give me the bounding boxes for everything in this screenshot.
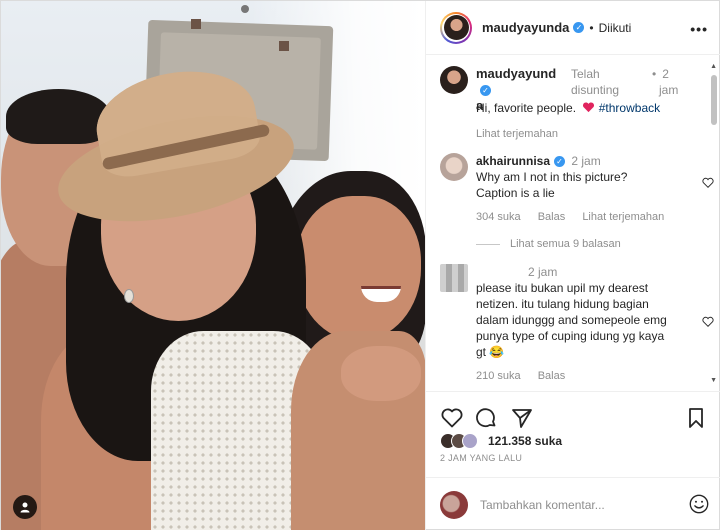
likes-count[interactable]: 121.358 suka [488,434,562,448]
scrollbar-thumb[interactable] [711,75,717,125]
header-text: maudyayunda ✓ • Diikuti [482,20,631,35]
comments-list[interactable]: maudyayund ✓ a Telah disunting • 2 jam Hi… [426,56,720,391]
comment-meta: 210 suka Balas [476,368,696,384]
caption-body: maudyayund ✓ a Telah disunting • 2 jam Hi… [476,66,706,142]
reply-button[interactable]: Balas [538,370,566,382]
likes-summary[interactable]: 121.358 suka [440,433,562,449]
caption-time-separator: • [652,67,657,81]
comment-icon[interactable] [474,406,498,430]
share-icon[interactable] [510,406,534,430]
comment-likes[interactable]: 210 suka [476,370,521,382]
comment-header: akhairunnisa ✓ 2 jam [476,153,696,169]
liker-avatar [462,433,478,449]
view-replies-link[interactable]: Lihat semua 9 balasan [476,238,621,250]
comment-item: akhairunnisa ✓ 2 jam Why am I not in this… [440,153,714,233]
scroll-up-arrow-icon[interactable]: ▲ [710,63,717,70]
comment-meta: 304 suka Balas Lihat terjemahan [476,209,696,225]
photo-woman-right-face [296,196,421,341]
caption-time: • 2 jam [652,66,678,98]
comment-time: 2 jam [528,265,558,279]
caption-author-line2: a [476,98,484,113]
verified-badge-icon: ✓ [480,85,491,97]
caption-hashtag-link[interactable]: #throwback [599,101,660,115]
caption-header: maudyayund ✓ a Telah disunting • 2 jam [476,66,706,113]
heart-icon[interactable] [440,406,464,430]
emoji-icon[interactable] [688,493,710,515]
author-avatar-border [442,13,470,42]
photo-hand [341,346,421,401]
author-username[interactable]: maudyayunda [482,20,569,35]
view-replies-label: Lihat semua 9 balasan [510,238,621,250]
caption: maudyayund ✓ a Telah disunting • 2 jam Hi… [440,66,702,140]
caption-translate-link[interactable]: Lihat terjemahan [476,128,558,140]
current-user-avatar [440,490,468,519]
heart-emoji-icon [583,102,595,113]
header-separator: • [589,20,594,35]
post-side-panel: maudyayunda ✓ • Diikuti ••• maudyayund✓ … [425,1,720,530]
post-header: maudyayunda ✓ • Diikuti ••• [426,1,720,55]
caption-time-line1: 2 [662,67,669,81]
caption-meta: Lihat terjemahan [476,126,706,142]
add-comment-input[interactable]: Tambahkan komentar... [480,498,605,512]
comment-author-avatar[interactable] [440,153,468,181]
comment-text: please itu bukan upil my dearest netizen… [476,281,667,359]
comment-translate-link[interactable]: Lihat terjemahan [582,211,664,223]
caption-author[interactable]: maudyayund ✓ a [476,66,556,114]
caption-author-avatar[interactable] [440,66,468,94]
comment-text: Why am I not in this picture? Caption is… [476,170,628,200]
verified-badge-icon: ✓ [554,156,566,168]
author-avatar-image [443,15,469,40]
post-timestamp: 2 JAM YANG LALU [440,453,523,463]
comment-author[interactable]: akhairunnisa [476,154,550,168]
caption-author-line1: maudyayund [476,66,557,81]
reply-button[interactable]: Balas [538,211,566,223]
photo-wall-hook [191,19,201,29]
comment-author-avatar-blurred[interactable] [440,264,468,292]
author-avatar[interactable] [440,11,472,44]
comment-body: akhairunnisa ✓ 2 jam Why am I not in this… [476,153,696,225]
photo-earring [124,289,134,303]
caption-time-line2: jam [659,83,679,97]
more-options-icon[interactable]: ••• [690,21,708,37]
tagged-users-button[interactable] [13,495,37,519]
photo-man-hair [6,89,111,144]
user-icon [20,502,30,513]
bookmark-icon[interactable] [684,406,708,430]
add-comment-bar: Tambahkan komentar... [426,477,720,530]
view-replies-divider [476,243,500,245]
comment-time: 2 jam [571,154,601,168]
photo-wall-nail [241,5,249,13]
post-photo[interactable] [1,1,425,530]
caption-edited-line1: Telah [571,67,600,81]
comment-item: 2 jam please itu bukan upil my dearest n… [440,264,714,391]
caption-edited-label: Telah disunting [571,66,619,98]
scroll-down-arrow-icon[interactable]: ▼ [710,377,717,384]
comment-likes[interactable]: 304 suka [476,211,521,223]
post-dialog: maudyayunda ✓ • Diikuti ••• maudyayund✓ … [0,0,720,530]
comment-header: 2 jam [476,264,696,280]
verified-badge-icon: ✓ [573,22,585,33]
comment-body: 2 jam please itu bukan upil my dearest n… [476,264,696,384]
photo-wall-hook [279,41,289,51]
caption-edited-line2: disunting [571,83,620,97]
follow-status-button[interactable]: Diikuti [599,21,632,35]
